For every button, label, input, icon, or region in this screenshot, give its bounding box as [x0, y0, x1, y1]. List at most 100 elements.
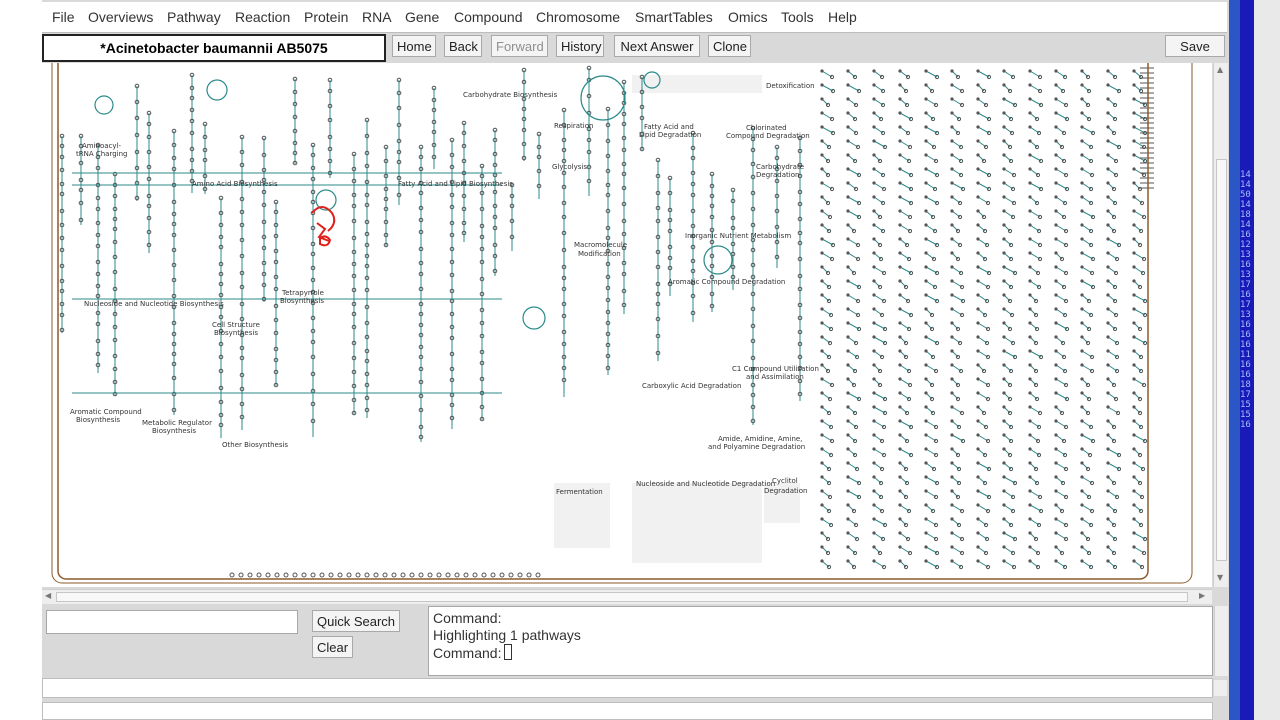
menu-reaction[interactable]: Reaction — [235, 9, 290, 25]
label-macromolecule-2[interactable]: Modification — [578, 250, 621, 258]
label-aromatic-degradation[interactable]: Aromatic Compound Degradation — [668, 278, 785, 286]
label-metabolic-regulator-2[interactable]: Biosynthesis — [152, 427, 196, 435]
menu-omics[interactable]: Omics — [728, 9, 768, 25]
menu-rna[interactable]: RNA — [362, 9, 392, 25]
label-amino-acid-biosynthesis[interactable]: Amino Acid Biosynthesis — [192, 180, 278, 188]
label-chlorinated-2[interactable]: Compound Degradation — [726, 132, 810, 140]
compound-node — [950, 97, 954, 101]
compound-node — [872, 125, 876, 129]
label-fermentation[interactable]: Fermentation — [556, 488, 603, 496]
menu-help[interactable]: Help — [828, 9, 857, 25]
home-button[interactable]: Home — [392, 35, 436, 57]
label-amide-amine-1[interactable]: Amide, Amidine, Amine, — [718, 435, 802, 443]
console-line-2: Highlighting 1 pathways — [433, 627, 581, 643]
label-carbohydrate-degradation-2[interactable]: Degradation — [756, 171, 799, 179]
compound-node — [1002, 83, 1006, 87]
menu-compound[interactable]: Compound — [454, 9, 523, 25]
clear-button[interactable]: Clear — [312, 636, 354, 658]
vertical-scroll-thumb[interactable] — [1216, 159, 1227, 561]
compound-node — [898, 349, 902, 353]
compound-node — [976, 265, 980, 269]
menu-smarttables[interactable]: SmartTables — [635, 9, 713, 25]
label-chlorinated-1[interactable]: Chlorinated — [746, 124, 787, 132]
metabolic-overview-diagram[interactable]: Carbohydrate Biosynthesis Respiration Gl… — [42, 63, 1212, 587]
compound-node — [846, 363, 850, 367]
label-tetrapyrrole-1[interactable]: Tetrapyrrole — [281, 289, 324, 297]
label-other-biosynthesis[interactable]: Other Biosynthesis — [222, 441, 288, 449]
forward-button[interactable]: Forward — [491, 35, 548, 57]
label-carboxylic-acid-degradation[interactable]: Carboxylic Acid Degradation — [642, 382, 741, 390]
label-cell-structure-1[interactable]: Cell Structure — [212, 321, 260, 329]
compound-node — [950, 545, 954, 549]
label-fatty-acid-lipid-biosynthesis[interactable]: Fatty Acid and Lipid Biosynthesis — [398, 180, 513, 188]
label-nucleoside-degradation[interactable]: Nucleoside and Nucleotide Degradation — [636, 480, 775, 488]
compound-node — [1106, 489, 1110, 493]
compound-node — [1106, 363, 1110, 367]
label-nucleoside-biosynthesis[interactable]: Nucleoside and Nucleotide Biosynthesis — [84, 300, 224, 308]
compound-node — [846, 153, 850, 157]
highlighted-pathway[interactable] — [311, 206, 336, 247]
label-aromatic-biosynthesis-1[interactable]: Aromatic Compound — [70, 408, 142, 416]
status-scrollbar[interactable] — [1214, 680, 1227, 696]
label-c1-compound-1[interactable]: C1 Compound Utilization — [732, 365, 819, 373]
scroll-left-arrow[interactable]: ◀ — [45, 591, 51, 600]
compound-node — [846, 545, 850, 549]
label-inorganic-nutrient[interactable]: Inorganic Nutrient Metabolism — [685, 232, 791, 240]
compound-node — [1054, 321, 1058, 325]
label-glycolysis[interactable]: Glycolysis — [552, 163, 587, 171]
compound-node — [1132, 433, 1136, 437]
cellular-overview-canvas[interactable]: Carbohydrate Biosynthesis Respiration Gl… — [42, 63, 1212, 587]
label-detoxification[interactable]: Detoxification — [766, 82, 815, 90]
label-macromolecule-1[interactable]: Macromolecule — [574, 241, 627, 249]
quick-search-button[interactable]: Quick Search — [312, 610, 401, 632]
compound-node — [976, 461, 980, 465]
back-button[interactable]: Back — [444, 35, 482, 57]
label-aminoacyl-2[interactable]: tRNA Charging — [76, 150, 128, 158]
save-db-button[interactable]: Save DB — [1165, 35, 1225, 75]
label-respiration[interactable]: Respiration — [554, 122, 593, 130]
quick-search-input[interactable] — [46, 610, 298, 634]
label-tetrapyrrole-2[interactable]: Biosynthesis — [280, 297, 324, 305]
clone-button[interactable]: Clone — [708, 35, 751, 57]
label-cyclitol-2[interactable]: Degradation — [764, 487, 807, 495]
menu-tools[interactable]: Tools — [781, 9, 814, 25]
menu-overviews[interactable]: Overviews — [88, 9, 153, 25]
horizontal-scroll-thumb[interactable] — [56, 592, 1188, 602]
label-fatty-acid-degradation-2[interactable]: Lipid Degradation — [639, 131, 701, 139]
label-cyclitol-1[interactable]: Cyclitol — [772, 477, 798, 485]
label-carbohydrate-biosynthesis[interactable]: Carbohydrate Biosynthesis — [463, 91, 558, 99]
history-button[interactable]: History — [556, 35, 604, 57]
background-window-border — [1229, 0, 1240, 720]
label-aromatic-biosynthesis-2[interactable]: Biosynthesis — [76, 416, 120, 424]
compound-node — [820, 349, 824, 353]
compound-node — [1002, 503, 1006, 507]
compound-node — [846, 265, 850, 269]
label-cell-structure-2[interactable]: Biosynthesis — [214, 329, 258, 337]
menu-gene[interactable]: Gene — [405, 9, 439, 25]
menu-pathway[interactable]: Pathway — [167, 9, 221, 25]
scroll-down-arrow[interactable]: ▼ — [1217, 573, 1223, 582]
command-console[interactable]: Command: Highlighting 1 pathways Command… — [428, 606, 1213, 676]
pathway-highlight[interactable] — [311, 206, 336, 247]
compound-node — [1028, 391, 1032, 395]
console-scrollbar[interactable] — [1214, 606, 1228, 676]
next-answer-button[interactable]: Next Answer — [614, 35, 700, 57]
scroll-right-arrow[interactable]: ▶ — [1199, 591, 1205, 600]
label-amide-amine-2[interactable]: and Polyamine Degradation — [708, 443, 805, 451]
menu-file[interactable]: File — [52, 9, 75, 25]
label-c1-compound-2[interactable]: and Assimilation — [746, 373, 804, 381]
label-metabolic-regulator-1[interactable]: Metabolic Regulator — [142, 419, 212, 427]
canvas-horizontal-scrollbar[interactable]: ◀ ▶ — [42, 589, 1212, 604]
menu-chromosome[interactable]: Chromosome — [536, 9, 620, 25]
compound-node — [1054, 125, 1058, 129]
scroll-up-arrow[interactable]: ▲ — [1217, 65, 1223, 74]
compound-node — [924, 251, 928, 255]
organism-selector[interactable]: *Acinetobacter baumannii AB5075 — [42, 34, 386, 62]
compound-node — [898, 153, 902, 157]
canvas-vertical-scrollbar[interactable]: ▲ ▼ — [1213, 63, 1228, 587]
label-carbohydrate-degradation-1[interactable]: Carbohydrate — [756, 163, 804, 171]
label-aminoacyl-1[interactable]: Aminoacyl- — [82, 142, 121, 150]
menu-protein[interactable]: Protein — [304, 9, 348, 25]
label-fatty-acid-degradation-1[interactable]: Fatty Acid and — [644, 123, 694, 131]
compound-node — [1054, 517, 1058, 521]
